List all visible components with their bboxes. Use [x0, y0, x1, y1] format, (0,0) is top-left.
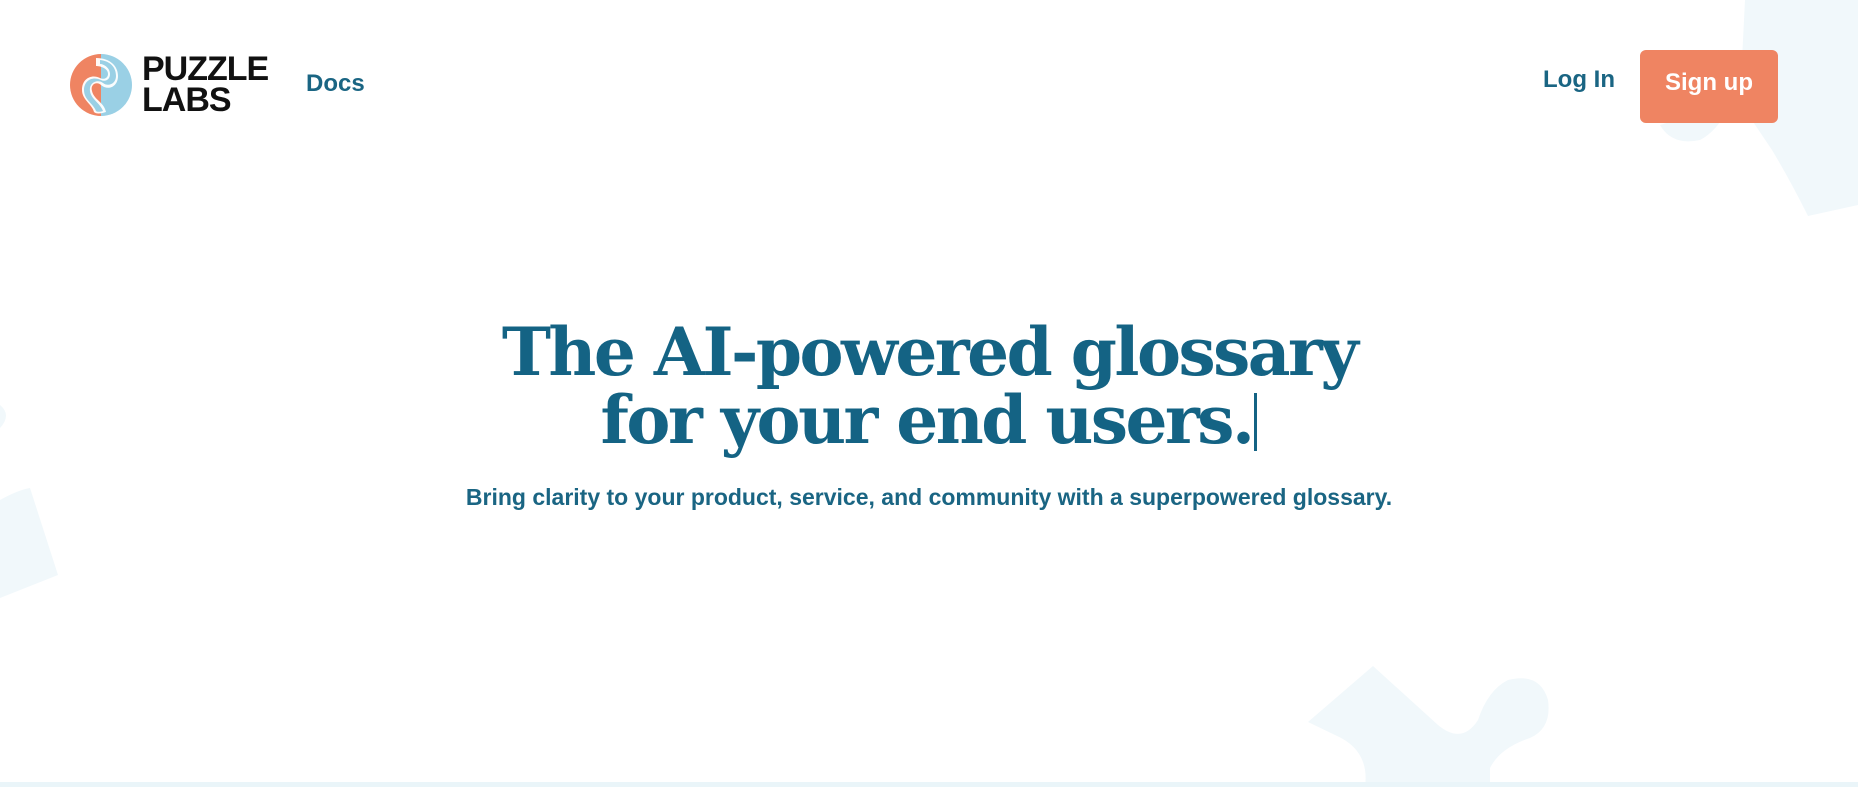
brand-line-2: LABS: [142, 81, 232, 119]
bottom-band: [0, 782, 1858, 787]
puzzle-piece-icon: [1308, 666, 1549, 787]
home-logo-link[interactable]: PUZZLE LABS: [70, 52, 269, 119]
signup-button[interactable]: Sign up: [1640, 50, 1778, 123]
hero-subtitle: Bring clarity to your product, service, …: [465, 484, 1393, 510]
hero-title: The AI-powered glossary for your end use…: [0, 318, 1858, 454]
text-cursor-icon: [1254, 393, 1258, 451]
login-link[interactable]: Log In: [1543, 66, 1615, 94]
brand-wordmark: PUZZLE LABS: [142, 52, 269, 119]
hero-title-line-1: The AI-powered glossary: [501, 313, 1359, 391]
nav-docs-link[interactable]: Docs: [306, 70, 365, 98]
puzzle-labs-logo-icon: [70, 54, 132, 116]
site-header: PUZZLE LABS Docs Log In Sign up: [0, 0, 1858, 170]
hero-section: The AI-powered glossary for your end use…: [0, 318, 1858, 511]
hero-title-line-2: for your end users.: [600, 381, 1255, 459]
hero-title-line-2-wrap: for your end users.: [0, 386, 1858, 454]
